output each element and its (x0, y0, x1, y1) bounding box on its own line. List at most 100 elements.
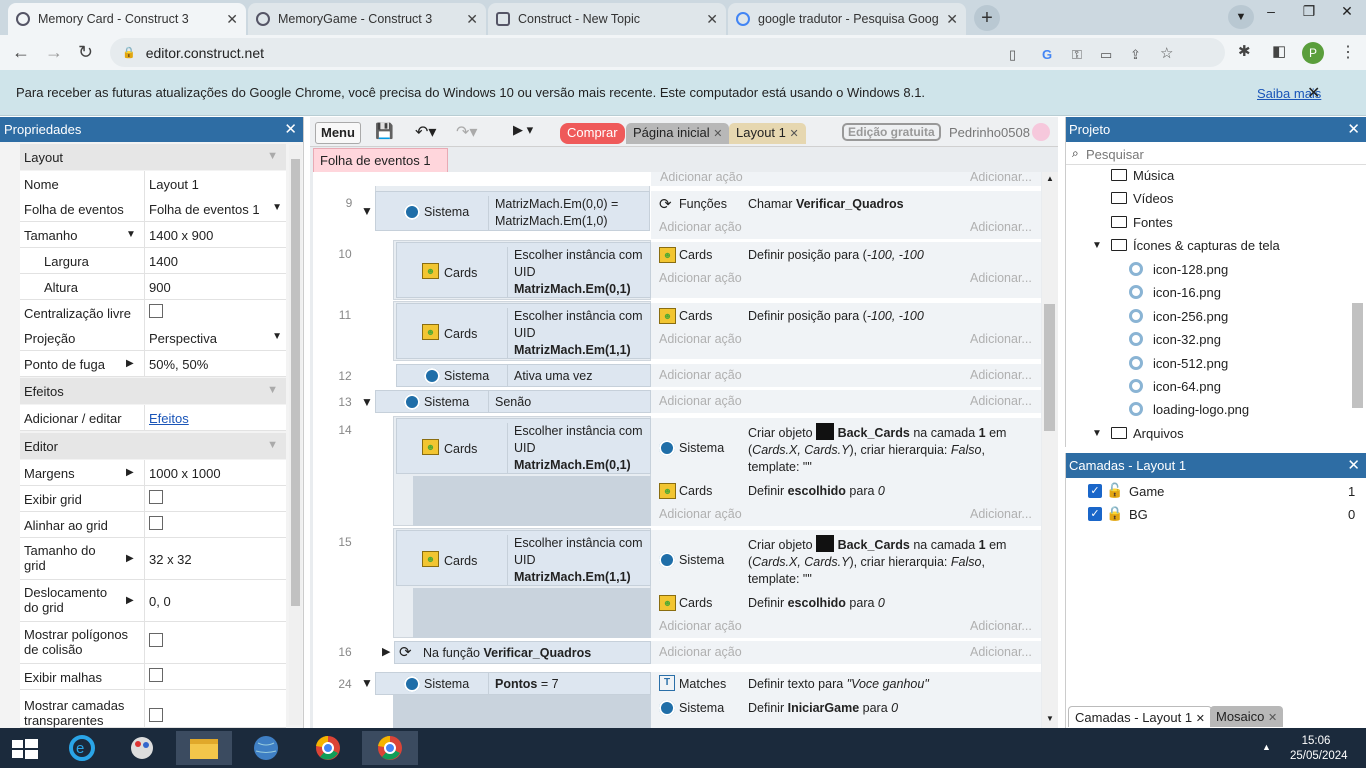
free-edition-badge[interactable]: Edição gratuita (842, 123, 941, 141)
add-link[interactable]: Adicionar... (970, 645, 1032, 659)
menu-button[interactable]: Menu (315, 122, 361, 144)
prop-value[interactable]: 1000 x 1000 (144, 460, 286, 485)
tab-memory-game[interactable]: MemoryGame - Construct 3 ✕ (248, 3, 486, 35)
file-item[interactable]: icon-32.png (1153, 332, 1221, 347)
play-icon[interactable]: ▶ ▾ (513, 122, 533, 144)
prop-value[interactable]: Layout 1 (144, 171, 286, 196)
checkbox[interactable] (149, 516, 163, 530)
folder-fontes[interactable]: Fontes (1133, 215, 1173, 230)
add-action-link[interactable]: Adicionar ação (659, 220, 742, 234)
user-avatar[interactable] (1032, 123, 1050, 141)
scroll-down-icon[interactable]: ▼ (1046, 714, 1054, 723)
add-link[interactable]: Adicionar... (970, 172, 1032, 184)
prop-value[interactable]: 1400 (144, 248, 286, 273)
expand-icon[interactable]: ▶ (126, 358, 134, 369)
expand-icon[interactable]: ▶ (382, 645, 390, 658)
address-bar[interactable]: 🔒 editor.construct.net ▯ G ⚿ ▭ ⇪ ☆ (110, 38, 1225, 67)
add-link[interactable]: Adicionar... (970, 507, 1032, 521)
event-13-condition[interactable]: Sistema Senão (375, 390, 651, 413)
action-text[interactable]: Chamar Verificar_Quadros (748, 196, 904, 213)
action-text[interactable]: Definir IniciarGame para 0 (748, 700, 898, 717)
taskbar-clock[interactable]: 15:06 25/05/2024 (1290, 734, 1348, 764)
action-text[interactable]: Definir posição para (-100, -100 (748, 247, 924, 264)
project-search[interactable]: ⌕ Pesquisar (1066, 143, 1366, 165)
checkbox[interactable] (149, 490, 163, 504)
folder-videos[interactable]: Vídeos (1133, 191, 1173, 206)
file-item[interactable]: icon-16.png (1153, 285, 1221, 300)
expand-icon[interactable]: ▼ (1092, 240, 1102, 251)
properties-scrollbar[interactable] (289, 145, 302, 725)
prop-value[interactable]: 900 (144, 274, 286, 299)
close-icon[interactable]: ✕ (284, 117, 297, 142)
undo-icon[interactable]: ↶▾ (415, 122, 436, 144)
scrollbar-thumb[interactable] (1044, 304, 1055, 431)
search-input[interactable]: Pesquisar (1086, 147, 1144, 162)
key-icon[interactable]: ⚿ (1072, 47, 1082, 63)
file-item[interactable]: loading-logo.png (1153, 402, 1249, 417)
back-icon[interactable]: ← (12, 42, 30, 63)
checkbox[interactable] (149, 633, 163, 647)
section-editor[interactable]: Editor ▼ (20, 433, 286, 459)
add-action-link[interactable]: Adicionar ação (659, 271, 742, 285)
file-item[interactable]: icon-64.png (1153, 379, 1221, 394)
checkbox[interactable] (149, 304, 163, 318)
close-icon[interactable]: ✕ (790, 128, 799, 140)
scrollbar-thumb[interactable] (291, 159, 300, 606)
close-icon[interactable]: ✕ (1347, 117, 1360, 142)
add-link[interactable]: Adicionar... (970, 619, 1032, 633)
buy-button[interactable]: Comprar (560, 123, 625, 144)
tab-event-sheet[interactable]: Folha de eventos 1 ✕ (313, 148, 448, 183)
tray-arrow-icon[interactable]: ▲ (1262, 742, 1271, 752)
new-tab-button[interactable]: + (974, 5, 1000, 31)
close-icon[interactable]: ✕ (1347, 453, 1360, 478)
layer-name[interactable]: Game (1129, 484, 1164, 499)
add-action-link[interactable]: Adicionar ação (659, 368, 742, 382)
close-icon[interactable]: ✕ (1307, 83, 1320, 103)
add-action-link[interactable]: Adicionar ação (659, 394, 742, 408)
event-9-condition[interactable]: Sistema MatrizMach.Em(0,0) = MatrizMach.… (375, 191, 650, 231)
tab-layers[interactable]: Camadas - Layout 1 ✕ (1068, 706, 1212, 727)
expand-icon[interactable]: ▶ (126, 467, 134, 478)
tab-layout[interactable]: Layout 1 ✕ (729, 123, 806, 144)
tab-memory-card[interactable]: Memory Card - Construct 3 ✕ (8, 3, 246, 35)
prop-value[interactable]: 32 x 32 (144, 538, 286, 579)
expand-icon[interactable]: ▶ (126, 595, 134, 606)
sidebar-icon[interactable]: ◧ (1272, 42, 1286, 60)
collapse-icon[interactable]: ▼ (361, 676, 373, 690)
close-icon[interactable]: ✕ (1196, 713, 1205, 725)
start-button[interactable] (0, 731, 56, 765)
expand-icon[interactable]: ▼ (126, 229, 136, 240)
event-sheet-scrollbar[interactable]: ▲ ▼ (1042, 172, 1058, 728)
expand-icon[interactable]: ▼ (1092, 428, 1102, 439)
checkbox[interactable] (149, 668, 163, 682)
add-action-link[interactable]: Adicionar ação (659, 507, 742, 521)
folder-arquivos[interactable]: Arquivos (1133, 426, 1184, 441)
event-14-condition[interactable]: ☻ Cards Escolher instância com UID Matri… (396, 418, 651, 474)
action-text[interactable]: Definir texto para "Voce ganhou" (748, 676, 929, 693)
page-icon[interactable]: ▯ (1009, 47, 1016, 63)
event-15-condition[interactable]: ☻ Cards Escolher instância com UID Matri… (396, 530, 651, 586)
tab-new-topic[interactable]: Construct - New Topic ✕ (488, 3, 726, 35)
file-item[interactable]: icon-512.png (1153, 356, 1228, 371)
menu-icon[interactable]: ⋮ (1340, 42, 1356, 62)
close-icon[interactable]: ✕ (713, 128, 722, 140)
collapse-icon[interactable]: ▼ (361, 395, 373, 409)
username[interactable]: Pedrinho0508 (949, 125, 1030, 147)
internet-explorer-icon[interactable]: e (58, 731, 114, 765)
prop-value[interactable]: 0, 0 (144, 580, 286, 621)
action-text[interactable]: Definir posição para (-100, -100 (748, 308, 924, 325)
action-text[interactable]: Criar objeto Back_Cards na camada 1 em (… (748, 423, 1038, 476)
redo-icon[interactable]: ↷▾ (456, 122, 477, 144)
file-explorer-icon[interactable] (176, 731, 232, 765)
share-icon[interactable]: ⇪ (1130, 47, 1141, 63)
event-24-condition[interactable]: Sistema Pontos = 7 (375, 672, 651, 695)
scroll-up-icon[interactable]: ▲ (1046, 174, 1054, 183)
close-icon[interactable]: ✕ (946, 11, 958, 28)
checkbox[interactable] (149, 708, 163, 722)
star-icon[interactable]: ☆ (1160, 44, 1173, 62)
lock-icon[interactable]: 🔒 (1106, 505, 1123, 522)
minimize-icon[interactable]: – (1252, 0, 1290, 30)
file-item[interactable]: icon-128.png (1153, 262, 1228, 277)
prop-select[interactable]: Folha de eventos 1 ▼ (144, 196, 286, 221)
action-text[interactable]: Criar objeto Back_Cards na camada 1 em (… (748, 535, 1038, 588)
